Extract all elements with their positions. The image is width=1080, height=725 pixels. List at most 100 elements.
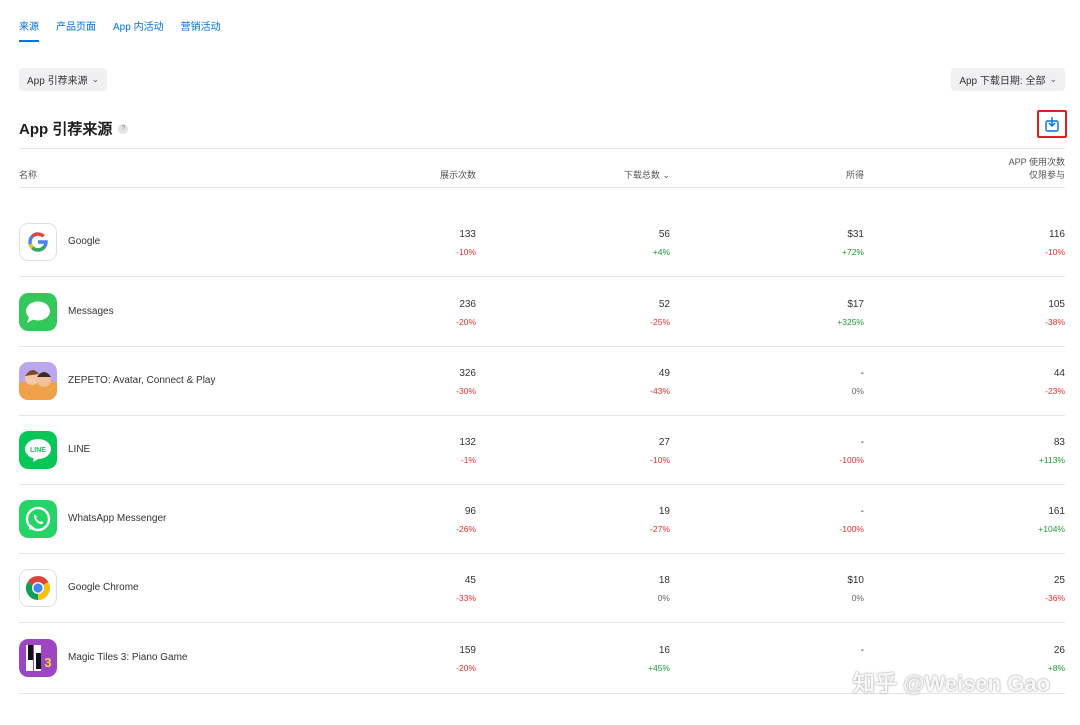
impressions-delta: -33% xyxy=(456,593,476,603)
impressions-delta: -26% xyxy=(456,524,476,534)
download-date-filter-dropdown[interactable]: App 下载日期: 全部 ⌄ xyxy=(951,68,1065,91)
column-header-name[interactable]: 名称 xyxy=(19,168,37,181)
downloads-value: 52 xyxy=(658,299,670,310)
tab-in-app-events[interactable]: App 内活动 xyxy=(113,18,164,42)
table-row[interactable]: WhatsApp Messenger 96 -26% 19 -27% - -100% … xyxy=(19,485,1065,554)
google-icon xyxy=(19,223,57,261)
impressions-value: 236 xyxy=(459,299,476,310)
downloads-delta: -43% xyxy=(650,386,670,396)
proceeds-value: - xyxy=(860,437,864,448)
usage-delta: +113% xyxy=(1038,455,1065,465)
watermark: 知乎 @Weisen Gao xyxy=(852,671,1050,696)
impressions-cell: 236 -20% xyxy=(456,299,476,328)
usage-value: 26 xyxy=(1053,645,1065,656)
line-icon-text: LINE xyxy=(30,447,46,454)
chrome-icon xyxy=(19,569,57,607)
downloads-value: 49 xyxy=(658,368,670,379)
usage-delta: +8% xyxy=(1047,663,1065,673)
impressions-cell: 133 -10% xyxy=(456,229,476,258)
magic-tiles-icon-text: 3 xyxy=(44,655,51,670)
table-row[interactable]: Messages 236 -20% 52 -25% $17 +325% 105 -38% xyxy=(19,278,1065,347)
table-row[interactable]: LINE LINE 132 -1% 27 -10% - -100% 83 +113% xyxy=(19,416,1065,485)
download-date-filter-label: App 下载日期: 全部 xyxy=(959,76,1046,87)
impressions-cell: 96 -26% xyxy=(456,506,476,535)
tab-sources[interactable]: 来源 xyxy=(19,18,39,42)
export-icon xyxy=(1045,117,1059,132)
proceeds-value: $17 xyxy=(847,299,864,310)
impressions-delta: -10% xyxy=(456,247,476,257)
app-name: Google xyxy=(68,236,101,247)
impressions-cell: 45 -33% xyxy=(456,575,476,604)
referrer-filter-dropdown[interactable]: App 引荐来源 ⌄ xyxy=(19,68,108,91)
zepeto-icon xyxy=(19,362,57,400)
impressions-delta: -20% xyxy=(456,317,476,327)
app-name: ZEPETO: Avatar, Connect & Play xyxy=(68,375,216,386)
usage-value: 44 xyxy=(1053,368,1065,379)
proceeds-delta: -100% xyxy=(839,455,864,465)
downloads-delta: -10% xyxy=(650,455,670,465)
app-name: WhatsApp Messenger xyxy=(68,513,167,524)
column-header-proceeds[interactable]: 所得 xyxy=(846,168,864,181)
impressions-delta: -20% xyxy=(456,663,476,673)
proceeds-cell: $31 +72% xyxy=(842,229,864,258)
downloads-cell: 18 0% xyxy=(658,575,670,604)
usage-value: 105 xyxy=(1048,299,1065,310)
impressions-value: 45 xyxy=(464,575,476,586)
page-title: App 引荐来源 xyxy=(19,121,113,138)
downloads-delta: -27% xyxy=(650,524,670,534)
proceeds-value: $31 xyxy=(847,229,864,240)
divider xyxy=(19,148,1065,149)
impressions-delta: -30% xyxy=(456,386,476,396)
app-name: Messages xyxy=(68,306,114,317)
downloads-cell: 56 +4% xyxy=(653,229,670,258)
proceeds-value: - xyxy=(860,506,864,517)
proceeds-value: $10 xyxy=(847,575,864,586)
downloads-value: 18 xyxy=(658,575,670,586)
downloads-value: 56 xyxy=(658,229,670,240)
proceeds-cell: - 0% xyxy=(852,368,864,397)
impressions-cell: 326 -30% xyxy=(456,368,476,397)
table-row[interactable]: Google Chrome 45 -33% 18 0% $10 0% 25 -36% xyxy=(19,554,1065,623)
usage-cell: 116 -10% xyxy=(1045,229,1065,258)
usage-value: 25 xyxy=(1053,575,1065,586)
proceeds-cell: - xyxy=(861,645,864,663)
usage-cell: 105 -38% xyxy=(1045,299,1065,328)
section-header: App 引荐来源 ? xyxy=(19,118,129,139)
downloads-value: 27 xyxy=(658,437,670,448)
impressions-value: 133 xyxy=(459,229,476,240)
referrer-filter-label: App 引荐来源 xyxy=(27,76,88,87)
impressions-value: 132 xyxy=(459,437,476,448)
downloads-cell: 52 -25% xyxy=(650,299,670,328)
downloads-delta: -25% xyxy=(650,317,670,327)
column-header-usage[interactable]: APP 使用次数 仅限参与 xyxy=(1009,156,1065,182)
proceeds-delta: +325% xyxy=(837,317,864,327)
line-icon: LINE xyxy=(19,431,57,469)
usage-value: 83 xyxy=(1053,437,1065,448)
export-button[interactable] xyxy=(1037,110,1067,138)
proceeds-cell: - -100% xyxy=(839,506,864,535)
usage-cell: 25 -36% xyxy=(1045,575,1065,604)
divider xyxy=(19,187,1065,188)
chevron-down-icon: ⌄ xyxy=(91,74,100,84)
usage-delta: -38% xyxy=(1045,317,1065,327)
table-row[interactable]: Google 133 -10% 56 +4% $31 +72% 116 -10% xyxy=(19,208,1065,277)
column-header-usage-line1: APP 使用次数 xyxy=(1008,157,1065,167)
downloads-delta: +45% xyxy=(648,663,670,673)
column-header-impressions[interactable]: 展示次数 xyxy=(440,168,476,181)
impressions-value: 326 xyxy=(459,368,476,379)
table-row[interactable]: ZEPETO: Avatar, Connect & Play 326 -30% 4… xyxy=(19,347,1065,416)
downloads-value: 16 xyxy=(658,645,670,656)
proceeds-cell: - -100% xyxy=(839,437,864,466)
whatsapp-icon xyxy=(19,500,57,538)
usage-cell: 26 +8% xyxy=(1048,645,1065,674)
usage-delta: -10% xyxy=(1045,247,1065,257)
tab-product-page[interactable]: 产品页面 xyxy=(56,18,96,42)
usage-cell: 161 +104% xyxy=(1038,506,1065,535)
tab-campaigns[interactable]: 营销活动 xyxy=(181,18,221,42)
column-header-usage-line2: 仅限参与 xyxy=(1028,170,1065,180)
help-icon[interactable]: ? xyxy=(118,123,129,134)
column-header-downloads[interactable]: 下载总数 ⌄ xyxy=(624,168,670,181)
impressions-value: 96 xyxy=(464,506,476,517)
downloads-cell: 27 -10% xyxy=(650,437,670,466)
usage-value: 161 xyxy=(1048,506,1065,517)
